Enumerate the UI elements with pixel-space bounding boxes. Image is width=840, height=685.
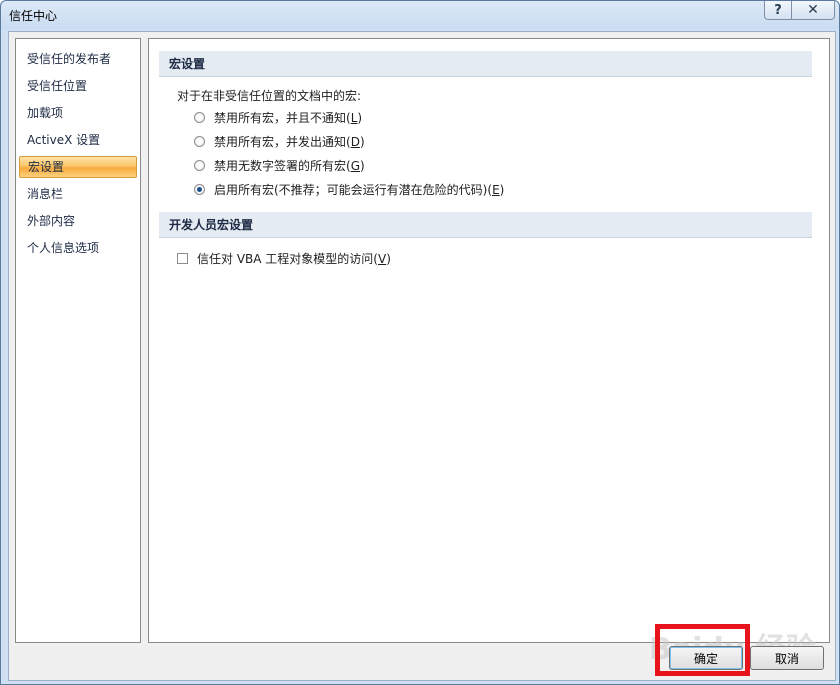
- nav-item-macro-settings[interactable]: 宏设置: [19, 156, 137, 178]
- macro-settings-header: 宏设置: [159, 51, 812, 77]
- nav-item-message-bar[interactable]: 消息栏: [19, 183, 137, 205]
- help-button[interactable]: ?: [764, 1, 792, 20]
- window-title: 信任中心: [9, 9, 58, 23]
- radio-button-selected[interactable]: [194, 184, 205, 195]
- radio-disable-with-notify[interactable]: 禁用所有宏，并发出通知(D): [194, 133, 365, 150]
- dialog-client-area: 受信任的发布者 受信任位置 加载项 ActiveX 设置 宏设置 消息栏 外部内…: [8, 31, 836, 681]
- vba-trust-checkbox-row[interactable]: 信任对 VBA 工程对象模型的访问(V): [177, 250, 391, 267]
- nav-item-privacy-options[interactable]: 个人信息选项: [19, 237, 137, 259]
- radio-disable-unsigned[interactable]: 禁用无数字签署的所有宏(G): [194, 157, 365, 174]
- nav-item-trusted-publishers[interactable]: 受信任的发布者: [19, 48, 137, 70]
- checkbox-label: 信任对 VBA 工程对象模型的访问(V): [197, 252, 391, 266]
- radio-enable-all[interactable]: 启用所有宏(不推荐；可能会运行有潜在危险的代码)(E): [194, 181, 504, 198]
- title-bar: 信任中心 ? ✕: [1, 1, 839, 29]
- radio-button[interactable]: [194, 136, 205, 147]
- nav-item-add-ins[interactable]: 加载项: [19, 102, 137, 124]
- developer-settings-header: 开发人员宏设置: [159, 212, 812, 238]
- close-button[interactable]: ✕: [792, 1, 835, 20]
- title-buttons: ? ✕: [764, 1, 835, 20]
- radio-label: 禁用无数字签署的所有宏(G): [214, 159, 365, 173]
- radio-label: 启用所有宏(不推荐；可能会运行有潜在危险的代码)(E): [214, 183, 505, 197]
- radio-button[interactable]: [194, 112, 205, 123]
- nav-item-activex[interactable]: ActiveX 设置: [19, 129, 137, 151]
- nav-item-external-content[interactable]: 外部内容: [19, 210, 137, 232]
- highlight-box: [655, 624, 750, 676]
- radio-label: 禁用所有宏，并且不通知(L): [214, 111, 363, 125]
- cancel-button[interactable]: 取消: [750, 646, 824, 670]
- macro-prompt: 对于在非受信任位置的文档中的宏:: [177, 89, 362, 103]
- trust-center-dialog: 信任中心 ? ✕ 受信任的发布者 受信任位置 加载项 ActiveX 设置 宏设…: [0, 0, 840, 685]
- radio-label: 禁用所有宏，并发出通知(D): [214, 135, 365, 149]
- radio-button[interactable]: [194, 160, 205, 171]
- category-nav: 受信任的发布者 受信任位置 加载项 ActiveX 设置 宏设置 消息栏 外部内…: [15, 38, 141, 643]
- settings-panel: 宏设置 对于在非受信任位置的文档中的宏: 禁用所有宏，并且不通知(L) 禁用所有…: [148, 38, 830, 643]
- radio-disable-no-notify[interactable]: 禁用所有宏，并且不通知(L): [194, 109, 362, 126]
- nav-item-trusted-locations[interactable]: 受信任位置: [19, 75, 137, 97]
- vba-trust-checkbox[interactable]: [177, 253, 188, 264]
